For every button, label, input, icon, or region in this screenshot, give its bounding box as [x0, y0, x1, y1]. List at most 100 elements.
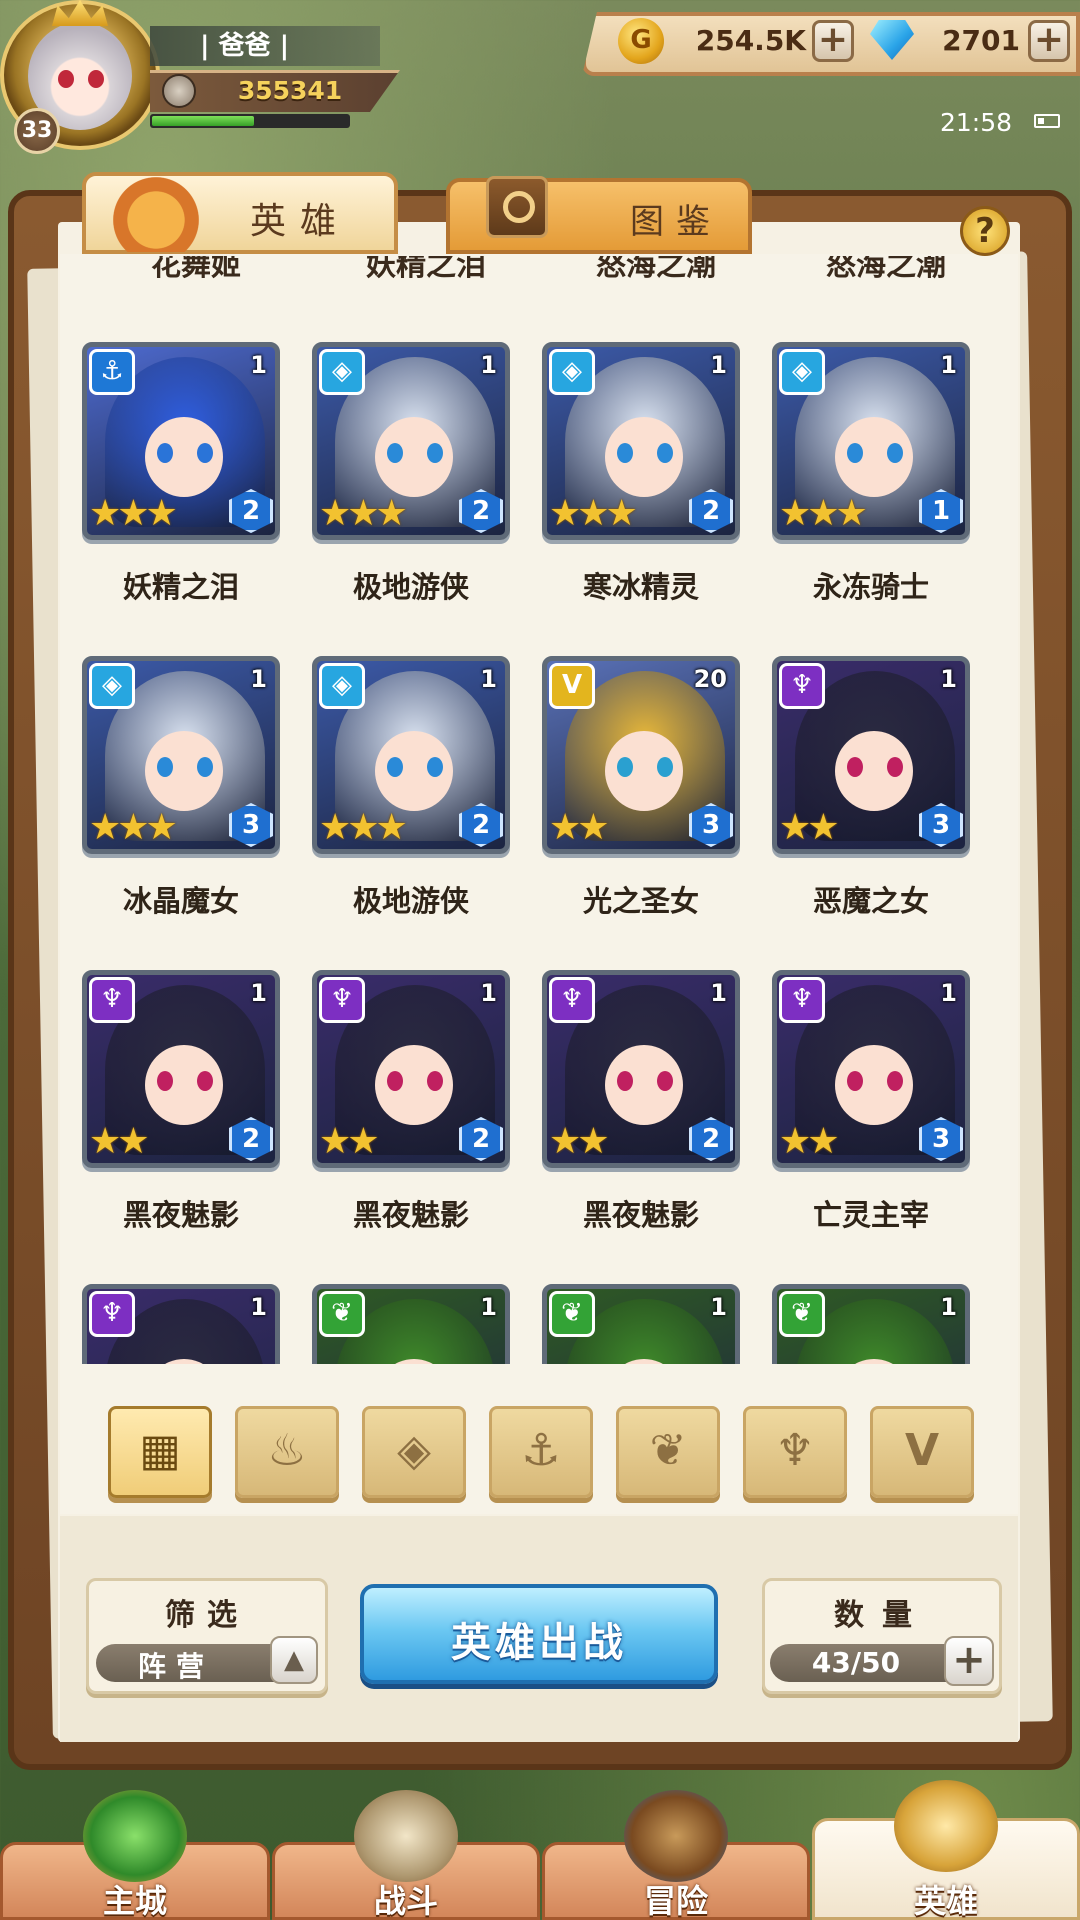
nature-faction-icon[interactable]: ❦: [616, 1406, 720, 1498]
hero-card[interactable]: ❦ 1: [542, 1284, 740, 1364]
dark-faction-icon[interactable]: ♆: [743, 1406, 847, 1498]
hero-name: 黑夜魅影: [122, 1198, 239, 1232]
hero-card[interactable]: ♆ 1 ★★ 2: [542, 970, 740, 1168]
combat-power-value: 355341: [237, 76, 343, 105]
add-gems-button[interactable]: +: [1028, 20, 1070, 62]
star-rating: ★★: [779, 1121, 840, 1162]
hero-card[interactable]: ♆ 1 ★★ 2: [312, 970, 510, 1168]
hero-name: 光之圣女: [582, 884, 699, 918]
water-faction-icon[interactable]: ⚓: [489, 1406, 593, 1498]
star-rating: ★★★: [319, 807, 408, 848]
nav-label: 冒险: [643, 1882, 708, 1920]
deploy-heroes-label: 英雄出战: [451, 1620, 627, 1666]
ice-faction-icon: ◈: [89, 663, 135, 709]
hero-eye: [387, 1071, 403, 1091]
hero-name: 极地游侠: [352, 884, 469, 918]
hero-eye: [657, 757, 673, 777]
ice-faction-icon[interactable]: ◈: [362, 1406, 466, 1498]
hero-name: 极地游侠: [352, 570, 469, 604]
hero-grid[interactable]: 花舞姬 妖精之泪 怒海之潮 怒海之潮 ⚓ 1 ★★★ 2 妖精之泪 ◈ 1 ★★★ 2 极地游侠 ◈…: [60, 256, 1018, 1364]
hero-eye: [157, 443, 173, 463]
gem-amount: 2701: [942, 24, 1020, 57]
hero-level: 1: [480, 665, 497, 693]
star-rating: ★★★: [89, 493, 178, 534]
hero-card[interactable]: ◈ 1 ★★★ 2: [312, 342, 510, 540]
light-faction-icon[interactable]: V: [870, 1406, 974, 1498]
hero-eye: [847, 757, 863, 777]
nature-faction-icon: ❦: [319, 1291, 365, 1337]
hero-name: 怒海之潮: [826, 256, 946, 283]
crossed-swords-icon: [354, 1790, 458, 1882]
light-faction-icon: V: [549, 663, 595, 709]
tab-codex-label: 图鉴: [630, 202, 722, 242]
hero-level: 1: [480, 1293, 497, 1321]
nature-faction-icon: ❦: [779, 1291, 825, 1337]
magnifier-icon: [486, 176, 548, 238]
chevron-up-icon[interactable]: ▲: [270, 1636, 318, 1684]
player-level-badge: 33: [14, 108, 60, 154]
hero-name: 永冻骑士: [812, 570, 929, 604]
nav-label: 主城: [102, 1882, 167, 1920]
nav-label: 英雄: [913, 1882, 978, 1920]
gold-amount: 254.5K: [695, 24, 806, 57]
star-rating: ★★★: [89, 807, 178, 848]
hero-card[interactable]: ⚓ 1 ★★★ 2: [82, 342, 280, 540]
hero-card[interactable]: ♆ 1: [82, 1284, 280, 1364]
hero-eye: [847, 443, 863, 463]
hero-eye: [157, 1071, 173, 1091]
hero-eye: [197, 757, 213, 777]
dark-faction-icon: ♆: [89, 1291, 135, 1337]
battery-icon: [1034, 114, 1060, 128]
hero-level: 1: [250, 1293, 267, 1321]
hero-card[interactable]: ♆ 1 ★★ 2: [82, 970, 280, 1168]
hero-level: 1: [710, 351, 727, 379]
expand-capacity-button[interactable]: +: [944, 1636, 994, 1686]
hero-level: 1: [250, 351, 267, 379]
hero-name: 黑夜魅影: [352, 1198, 469, 1232]
hero-level: 1: [480, 351, 497, 379]
hero-eye: [427, 1071, 443, 1091]
dark-faction-icon: ♆: [89, 977, 135, 1023]
adventure-map-icon: [624, 1790, 728, 1882]
hero-card[interactable]: ◈ 1 ★★★ 2: [542, 342, 740, 540]
main-city-icon: [83, 1790, 187, 1882]
hero-eye: [887, 757, 903, 777]
help-button[interactable]: ?: [960, 206, 1010, 256]
hero-level: 1: [940, 351, 957, 379]
hero-name: 寒冰精灵: [582, 570, 699, 604]
hero-count-title: 数量: [834, 1598, 930, 1633]
hero-eye: [387, 443, 403, 463]
hero-level: 1: [710, 979, 727, 1007]
clock: 21:58: [940, 108, 1013, 137]
hero-name: 妖精之泪: [366, 256, 486, 283]
hero-card[interactable]: ❦ 1: [312, 1284, 510, 1364]
hero-name: 怒海之潮: [596, 256, 716, 283]
hero-eye: [197, 1071, 213, 1091]
hero-card[interactable]: ◈ 1 ★★★ 3: [82, 656, 280, 854]
hero-card[interactable]: ◈ 1 ★★★ 1: [772, 342, 970, 540]
hero-level: 1: [940, 665, 957, 693]
hero-card[interactable]: V 20 ★★ 3: [542, 656, 740, 854]
nav-label: 战斗: [373, 1882, 438, 1920]
fire-faction-icon[interactable]: ♨: [235, 1406, 339, 1498]
hero-card[interactable]: ♆ 1 ★★ 3: [772, 656, 970, 854]
hero-eye: [657, 443, 673, 463]
gold-coin-icon: G: [618, 18, 664, 64]
hero-card[interactable]: ❦ 1: [772, 1284, 970, 1364]
hero-name: 黑夜魅影: [582, 1198, 699, 1232]
add-gold-button[interactable]: +: [812, 20, 854, 62]
star-rating: ★★: [549, 1121, 610, 1162]
ice-faction-icon: ◈: [779, 349, 825, 395]
hero-name: 恶魔之女: [812, 884, 929, 918]
hero-eye: [887, 1071, 903, 1091]
star-rating: ★★★: [779, 493, 868, 534]
dark-faction-icon: ♆: [319, 977, 365, 1023]
hero-eye: [617, 757, 633, 777]
dark-faction-icon: ♆: [779, 977, 825, 1023]
hero-card[interactable]: ♆ 1 ★★ 3: [772, 970, 970, 1168]
hero-level: 1: [250, 979, 267, 1007]
hero-eye: [847, 1071, 863, 1091]
hero-card[interactable]: ◈ 1 ★★★ 2: [312, 656, 510, 854]
all-grid-icon[interactable]: ▦: [108, 1406, 212, 1498]
water-faction-icon: ⚓: [89, 349, 135, 395]
